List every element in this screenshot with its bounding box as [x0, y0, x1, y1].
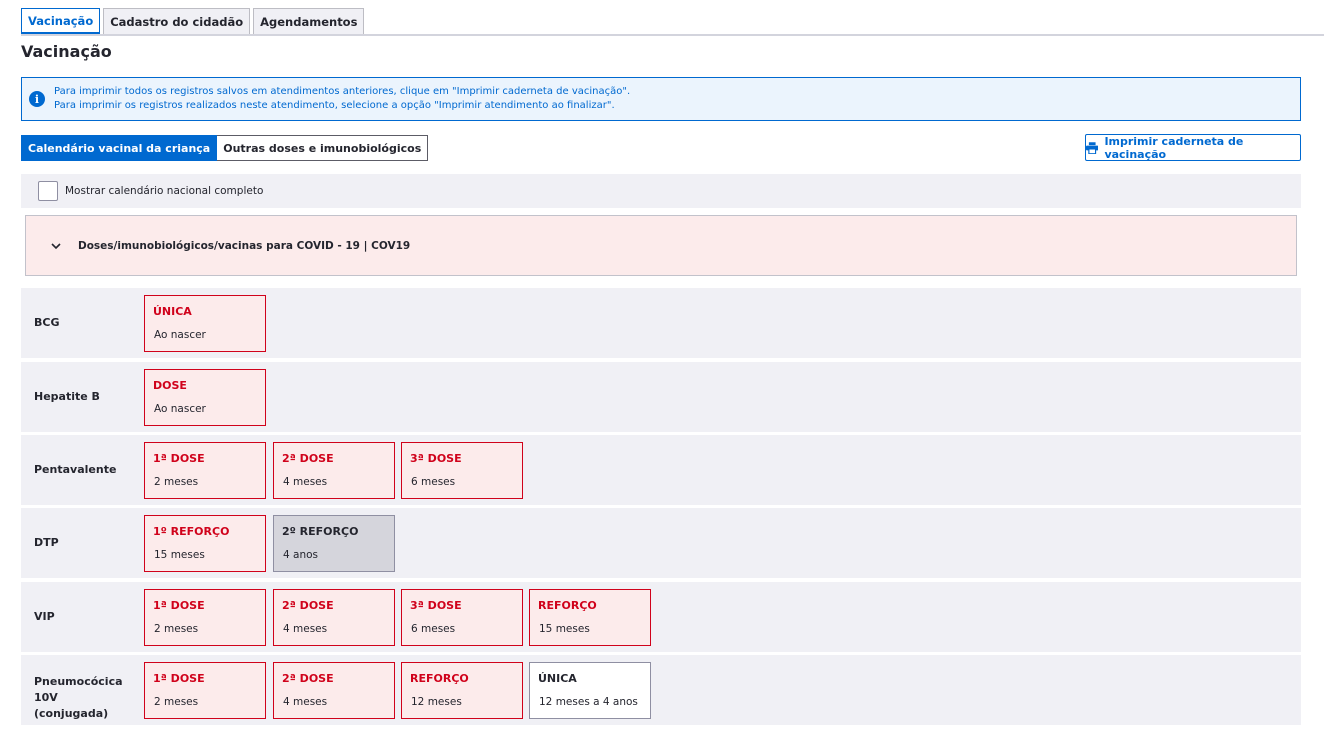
vaccine-name: Pentavalente: [34, 463, 117, 476]
dose-age: 2 meses: [154, 696, 199, 708]
vaccine-row: VIP 1ª DOSE 2 meses 2ª DOSE 4 meses 3ª DOSE 6 …: [21, 582, 1301, 652]
dose-age: 12 meses: [411, 696, 462, 708]
segment-outras-doses[interactable]: Outras doses e imunobiológicos: [217, 135, 429, 161]
dose-age: 12 meses a 4 anos: [539, 696, 638, 708]
dose-label: 2ª DOSE: [282, 599, 334, 612]
dose-label: DOSE: [153, 379, 187, 392]
tab-divider: [21, 34, 1324, 36]
vaccine-row: Hepatite B DOSE Ao nascer: [21, 362, 1301, 432]
dose-card[interactable]: 2º REFORÇO 4 anos: [273, 515, 395, 572]
dose-age: Ao nascer: [154, 329, 206, 341]
dose-card[interactable]: 2ª DOSE 4 meses: [273, 662, 395, 719]
tab-vacinacao[interactable]: Vacinação: [21, 8, 101, 35]
vaccine-row: BCG ÚNICA Ao nascer: [21, 288, 1301, 358]
dose-age: 2 meses: [154, 623, 199, 635]
dose-label: 3ª DOSE: [410, 452, 462, 465]
dose-age: 2 meses: [154, 476, 199, 488]
dose-card[interactable]: ÚNICA Ao nascer: [144, 295, 266, 352]
dose-age: 6 meses: [411, 623, 456, 635]
info-text: Para imprimir todos os registros salvos …: [54, 85, 630, 113]
dose-label: 1ª DOSE: [153, 452, 205, 465]
dose-card[interactable]: 3ª DOSE 6 meses: [401, 442, 523, 499]
vaccine-row: Pneumocócica 10V (conjugada) 1ª DOSE 2 mes…: [21, 655, 1301, 725]
print-button-label: Imprimir caderneta de vacinação: [1104, 134, 1244, 161]
show-full-calendar-row: Mostrar calendário nacional completo: [21, 174, 1301, 208]
vaccine-row: Pentavalente 1ª DOSE 2 meses 2ª DOSE 4 meses…: [21, 435, 1301, 505]
dose-label: 2º REFORÇO: [282, 525, 359, 538]
dose-age: 4 meses: [283, 476, 328, 488]
printer-icon: [1086, 141, 1099, 154]
dose-card[interactable]: 2ª DOSE 4 meses: [273, 442, 395, 499]
dose-label: 3ª DOSE: [410, 599, 462, 612]
vaccine-row: DTP 1º REFORÇO 15 meses 2º REFORÇO 4 anos: [21, 508, 1301, 578]
info-alert: i Para imprimir todos os registros salvo…: [21, 77, 1301, 121]
info-icon: i: [29, 91, 45, 107]
dose-card[interactable]: 3ª DOSE 6 meses: [401, 589, 523, 646]
info-line-1: Para imprimir todos os registros salvos …: [54, 86, 631, 97]
page-title: Vacinação: [21, 42, 112, 61]
dose-label: 1ª DOSE: [153, 599, 205, 612]
dose-label: REFORÇO: [410, 672, 469, 685]
dose-label: 1ª DOSE: [153, 672, 205, 685]
tab-agendamentos[interactable]: Agendamentos: [253, 8, 365, 35]
dose-card[interactable]: ÚNICA 12 meses a 4 anos: [529, 662, 651, 719]
dose-age: 6 meses: [411, 476, 456, 488]
vaccine-name: BCG: [34, 316, 60, 329]
dose-age: 4 meses: [283, 696, 328, 708]
calendar-segment-control: Calendário vacinal da criança Outras dos…: [21, 135, 429, 161]
dose-age: 4 anos: [283, 549, 319, 561]
dose-label: REFORÇO: [538, 599, 597, 612]
vaccine-name: VIP: [34, 610, 55, 623]
print-vaccination-card-button[interactable]: Imprimir caderneta de vacinação: [1085, 134, 1301, 161]
dose-card[interactable]: REFORÇO 15 meses: [529, 589, 651, 646]
dose-card[interactable]: DOSE Ao nascer: [144, 369, 266, 426]
segment-calendario-crianca[interactable]: Calendário vacinal da criança: [21, 135, 218, 161]
show-full-calendar-label: Mostrar calendário nacional completo: [65, 185, 264, 197]
dose-label: 2ª DOSE: [282, 452, 334, 465]
dose-age: 15 meses: [154, 549, 205, 561]
dose-card[interactable]: 1º REFORÇO 15 meses: [144, 515, 266, 572]
dose-card[interactable]: 2ª DOSE 4 meses: [273, 589, 395, 646]
vaccine-name: Hepatite B: [34, 390, 100, 403]
dose-label: 1º REFORÇO: [153, 525, 230, 538]
dose-label: ÚNICA: [153, 305, 192, 318]
dose-card[interactable]: 1ª DOSE 2 meses: [144, 662, 266, 719]
show-full-calendar-checkbox[interactable]: [38, 181, 58, 201]
dose-card[interactable]: 1ª DOSE 2 meses: [144, 589, 266, 646]
dose-card[interactable]: REFORÇO 12 meses: [401, 662, 523, 719]
dose-age: 4 meses: [283, 623, 328, 635]
vaccine-name: Pneumocócica 10V (conjugada): [34, 675, 123, 720]
chevron-down-icon: [50, 240, 62, 252]
dose-age: Ao nascer: [154, 403, 206, 415]
dose-age: 15 meses: [539, 623, 590, 635]
info-line-2: Para imprimir os registros realizados ne…: [54, 100, 615, 111]
tab-cadastro-cidadao[interactable]: Cadastro do cidadão: [103, 8, 251, 35]
tab-bar: Vacinação Cadastro do cidadão Agendament…: [21, 8, 365, 35]
dose-label: ÚNICA: [538, 672, 577, 685]
covid-accordion-label: Doses/imunobiológicos/vacinas para COVID…: [78, 239, 411, 252]
dose-card[interactable]: 1ª DOSE 2 meses: [144, 442, 266, 499]
covid-accordion[interactable]: Doses/imunobiológicos/vacinas para COVID…: [25, 215, 1297, 276]
vaccine-name: DTP: [34, 536, 59, 549]
dose-label: 2ª DOSE: [282, 672, 334, 685]
